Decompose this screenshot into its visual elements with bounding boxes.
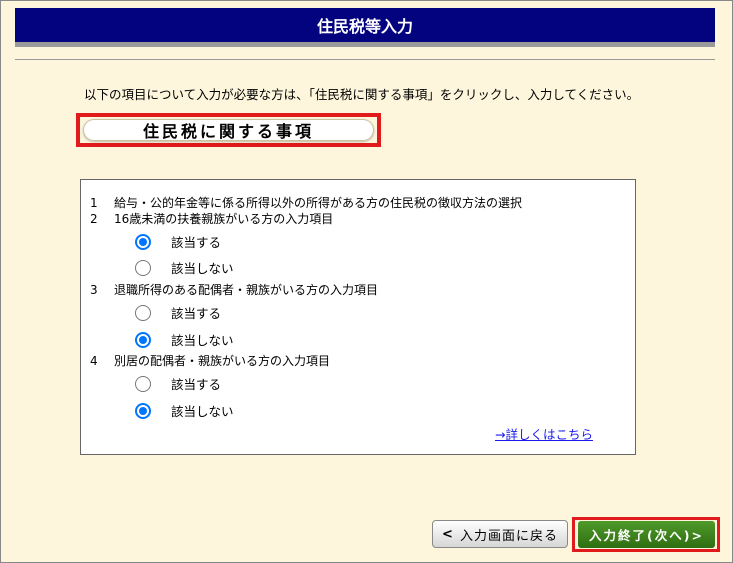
item-label: 給与・公的年金等に係る所得以外の所得がある方の住民税の徴収方法の選択 [114, 196, 523, 210]
item-2-option-no[interactable]: 該当しない [135, 258, 234, 277]
option-label: 該当しない [171, 404, 234, 419]
instruction-text: 以下の項目について入力が必要な方は、「住民税に関する事項」をクリックし、入力して… [84, 87, 640, 102]
page-title: 住民税等入力 [316, 17, 413, 36]
item-3: 3 退職所得のある配偶者・親族がいる方の入力項目 [90, 281, 378, 298]
option-label: 該当しない [171, 333, 234, 348]
item-number: 3 [90, 283, 98, 297]
radio-button-selected[interactable] [135, 331, 151, 348]
item-label: 退職所得のある配偶者・親族がいる方の入力項目 [114, 283, 379, 297]
radio-button[interactable] [135, 304, 151, 321]
resident-tax-section-button[interactable]: 住民税に関する事項 [83, 119, 374, 141]
radio-button-selected[interactable] [135, 233, 151, 250]
item-3-option-yes[interactable]: 該当する [135, 303, 221, 322]
item-4: 4 別居の配偶者・親族がいる方の入力項目 [90, 352, 330, 369]
item-number: 4 [90, 354, 98, 368]
option-label: 該当する [171, 235, 222, 250]
item-number: 1 [90, 196, 98, 210]
radio-button[interactable] [135, 259, 151, 276]
item-1: 1 給与・公的年金等に係る所得以外の所得がある方の住民税の徴収方法の選択 [90, 194, 522, 211]
page-title-bar: 住民税等入力 [15, 8, 715, 47]
option-label: 該当しない [171, 261, 234, 276]
header-divider [15, 59, 715, 60]
item-label: 16歳未満の扶養親族がいる方の入力項目 [114, 212, 334, 226]
item-3-option-no[interactable]: 該当しない [135, 330, 234, 349]
chevron-left-icon: < [442, 526, 454, 542]
item-4-option-no[interactable]: 該当しない [135, 401, 234, 420]
option-label: 該当する [171, 377, 222, 392]
back-to-input-button[interactable]: < 入力画面に戻る [432, 520, 568, 548]
radio-button[interactable] [135, 375, 151, 392]
item-label: 別居の配偶者・親族がいる方の入力項目 [114, 354, 331, 368]
radio-button-selected[interactable] [135, 402, 151, 419]
item-4-option-yes[interactable]: 該当する [135, 374, 221, 393]
items-panel: 1 給与・公的年金等に係る所得以外の所得がある方の住民税の徴収方法の選択 2 16歳… [80, 179, 636, 455]
back-button-label: 入力画面に戻る [459, 528, 558, 544]
option-label: 該当する [171, 306, 222, 321]
details-link[interactable]: →詳しくはこちら [495, 424, 593, 443]
item-2-option-yes[interactable]: 該当する [135, 232, 221, 251]
item-number: 2 [90, 212, 98, 226]
finish-input-next-button[interactable]: 入力終了(次へ)> [578, 521, 715, 548]
item-2: 2 16歳未満の扶養親族がいる方の入力項目 [90, 210, 333, 227]
